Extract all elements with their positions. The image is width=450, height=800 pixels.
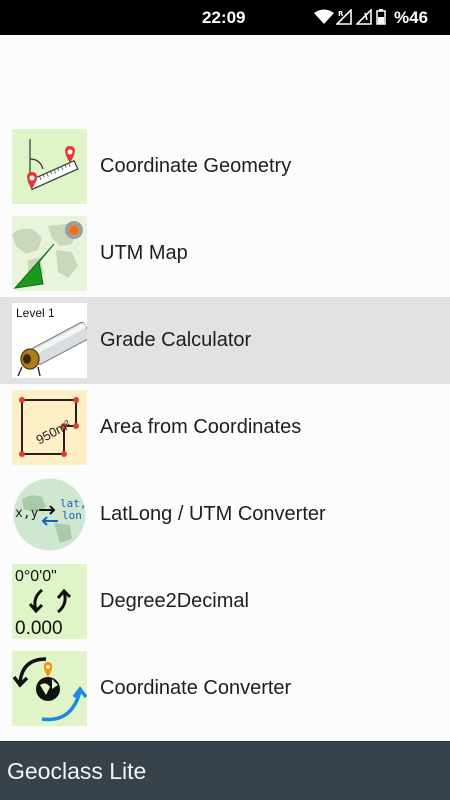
battery-percent: %46 bbox=[394, 8, 429, 27]
battery-icon bbox=[376, 9, 386, 25]
latlong-utm-icon: x,y lat, lon bbox=[12, 477, 87, 552]
icon-text-dms: 0°0'0" bbox=[15, 568, 57, 585]
icon-text-decimal: 0.000 bbox=[15, 618, 63, 639]
main-content: Coordinate Geometry UTM Map Level 1 Grad… bbox=[0, 35, 450, 741]
svg-text:R: R bbox=[338, 10, 344, 18]
menu-item-area-from-coordinates[interactable]: 950m² Area from Coordinates bbox=[0, 384, 450, 471]
icon-text-lon: lon bbox=[62, 509, 82, 522]
menu-item-grade-calculator[interactable]: Level 1 Grade Calculator bbox=[0, 297, 450, 384]
area-icon: 950m² bbox=[12, 390, 87, 465]
menu-item-label: Coordinate Converter bbox=[100, 677, 292, 699]
menu-item-degree2decimal[interactable]: 0°0'0" 0.000 Degree2Decimal bbox=[0, 558, 450, 645]
coordinate-geometry-icon bbox=[12, 129, 87, 204]
menu-item-utm-map[interactable]: UTM Map bbox=[0, 210, 450, 297]
signal-r-icon: R bbox=[336, 9, 352, 25]
degree-decimal-icon: 0°0'0" 0.000 bbox=[12, 564, 87, 639]
status-time: 22:09 bbox=[202, 8, 246, 27]
menu-item-label: Coordinate Geometry bbox=[100, 155, 292, 177]
signal-icon bbox=[356, 9, 372, 25]
menu-item-label: UTM Map bbox=[100, 242, 188, 264]
status-bar: 22:09 R %46 bbox=[0, 0, 450, 35]
utm-map-icon bbox=[12, 216, 87, 291]
menu-item-coordinate-converter[interactable]: Coordinate Converter bbox=[0, 645, 450, 732]
icon-text-level: Level 1 bbox=[16, 306, 55, 320]
menu-item-label: Grade Calculator bbox=[100, 329, 252, 351]
bottom-app-bar: Geoclass Lite bbox=[0, 741, 450, 800]
menu-item-latlong-utm-converter[interactable]: x,y lat, lon LatLong / UTM Converter bbox=[0, 471, 450, 558]
app-title: Geoclass Lite bbox=[7, 758, 147, 784]
wifi-icon bbox=[314, 9, 334, 24]
grade-calculator-icon: Level 1 bbox=[12, 303, 87, 378]
menu-item-label: LatLong / UTM Converter bbox=[100, 503, 326, 525]
coordinate-converter-icon bbox=[12, 651, 87, 726]
menu-item-label: Area from Coordinates bbox=[100, 416, 302, 438]
menu-item-coordinate-geometry[interactable]: Coordinate Geometry bbox=[0, 123, 450, 210]
icon-text-xy: x,y bbox=[15, 506, 39, 521]
menu-item-label: Degree2Decimal bbox=[100, 590, 249, 612]
